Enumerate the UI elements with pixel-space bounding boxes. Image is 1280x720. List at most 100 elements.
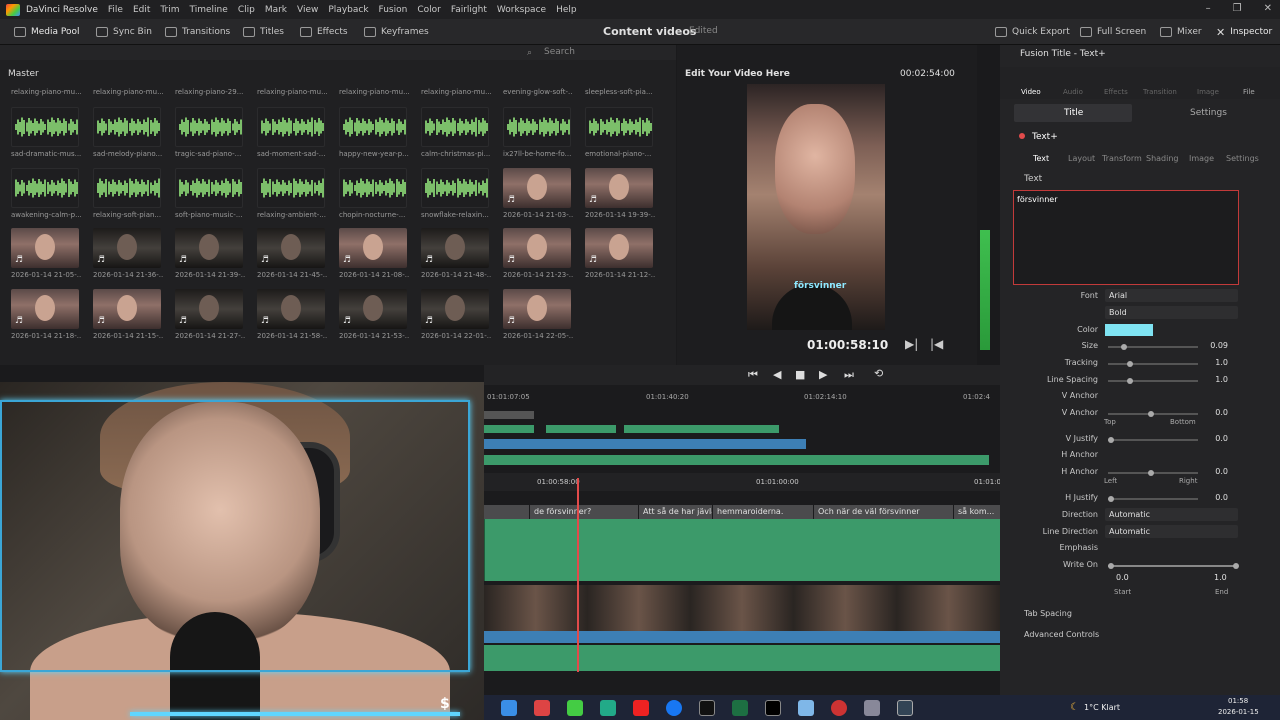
music-track[interactable] <box>484 645 1000 671</box>
menu-edit[interactable]: Edit <box>133 5 150 15</box>
clock-date[interactable]: 2026-01-15 <box>1218 708 1259 716</box>
menu-file[interactable]: File <box>108 5 123 15</box>
size-slider[interactable] <box>1108 344 1198 350</box>
media-clip-thumbnail[interactable] <box>503 107 571 147</box>
subtitle-clip[interactable]: Och när de väl försvinner <box>814 505 953 519</box>
media-clip-thumbnail[interactable]: ♬ <box>503 168 571 208</box>
tab-file[interactable]: File <box>1243 88 1255 96</box>
subtitle-clip[interactable] <box>484 505 529 519</box>
app-icon[interactable] <box>534 700 550 716</box>
next-frame-icon[interactable]: ▶| <box>905 337 918 351</box>
bin-name[interactable]: Master <box>8 69 39 79</box>
tab-transition[interactable]: Transition <box>1143 88 1177 96</box>
h-justify-value[interactable]: 0.0 <box>1198 493 1228 502</box>
play-icon[interactable]: ▶ <box>819 368 827 381</box>
media-clip-thumbnail[interactable]: ♬ <box>175 228 243 268</box>
media-clip-thumbnail[interactable]: ♬ <box>421 228 489 268</box>
menu-fairlight[interactable]: Fairlight <box>451 5 487 15</box>
line-direction-dropdown[interactable]: Automatic <box>1105 525 1238 538</box>
v-anchor-slider[interactable] <box>1108 411 1198 417</box>
direction-dropdown[interactable]: Automatic <box>1105 508 1238 521</box>
app-icon[interactable] <box>567 700 583 716</box>
overview-audio[interactable] <box>484 439 806 449</box>
search-input[interactable]: Search <box>544 47 575 57</box>
media-clip-thumbnail[interactable]: ♬ <box>339 289 407 329</box>
color-swatch[interactable] <box>1105 324 1153 336</box>
line-spacing-slider[interactable] <box>1108 378 1198 384</box>
app-icon[interactable] <box>864 700 880 716</box>
tab-image[interactable]: Image <box>1197 88 1219 96</box>
reverse-play-icon[interactable]: ◀ <box>773 368 781 381</box>
text-input[interactable]: försvinner <box>1013 190 1239 285</box>
menu-playback[interactable]: Playback <box>328 5 368 15</box>
playhead[interactable] <box>577 478 579 672</box>
go-to-end-icon[interactable]: ⏭ <box>844 368 854 382</box>
overview-music[interactable] <box>484 455 989 465</box>
media-clip-thumbnail[interactable] <box>257 168 325 208</box>
youtube-icon[interactable] <box>633 700 649 716</box>
media-clip-thumbnail[interactable]: ♬ <box>93 289 161 329</box>
media-pool-button[interactable]: Media Pool <box>14 19 80 45</box>
subtitle-clip[interactable]: Att så de har jävla <box>639 505 712 519</box>
media-clip-thumbnail[interactable] <box>93 168 161 208</box>
transitions-button[interactable]: Transitions <box>165 19 230 45</box>
menu-clip[interactable]: Clip <box>238 5 255 15</box>
write-on-start-value[interactable]: 0.0 <box>1116 573 1129 582</box>
menu-view[interactable]: View <box>297 5 318 15</box>
media-clip-thumbnail[interactable] <box>421 107 489 147</box>
overview-clip[interactable] <box>624 425 779 433</box>
media-clip-thumbnail[interactable] <box>11 168 79 208</box>
inspector-button[interactable]: ✕ Inspector <box>1216 19 1272 45</box>
section-settings[interactable]: Settings <box>1226 154 1259 163</box>
media-clip-thumbnail[interactable]: ♬ <box>257 289 325 329</box>
overview-clip[interactable] <box>484 425 534 433</box>
v-anchor-value[interactable]: 0.0 <box>1198 408 1228 417</box>
app-icon[interactable] <box>798 700 814 716</box>
v-justify-value[interactable]: 0.0 <box>1198 434 1228 443</box>
edge-icon[interactable] <box>501 700 517 716</box>
media-clip-thumbnail[interactable] <box>175 168 243 208</box>
maximize-icon[interactable]: ❐ <box>1233 3 1242 14</box>
tab-video[interactable]: Video <box>1021 88 1041 96</box>
media-clip-thumbnail[interactable]: ♬ <box>93 228 161 268</box>
app-icon[interactable] <box>600 700 616 716</box>
media-clip-thumbnail[interactable] <box>11 107 79 147</box>
write-on-slider[interactable] <box>1108 563 1239 569</box>
media-clip-thumbnail[interactable] <box>339 107 407 147</box>
keyframes-button[interactable]: Keyframes <box>364 19 429 45</box>
section-text[interactable]: Text <box>1033 154 1049 163</box>
full-screen-button[interactable]: Full Screen <box>1080 19 1146 45</box>
media-clip-thumbnail[interactable] <box>339 168 407 208</box>
tab-audio[interactable]: Audio <box>1063 88 1083 96</box>
mixer-button[interactable]: Mixer <box>1160 19 1202 45</box>
resolve-taskbar-icon[interactable] <box>897 700 913 716</box>
media-clip-thumbnail[interactable]: ♬ <box>175 289 243 329</box>
media-clip-thumbnail[interactable]: ♬ <box>503 228 571 268</box>
text-section-header[interactable]: Text <box>1024 174 1042 184</box>
tab-spacing-section[interactable]: Tab Spacing <box>1024 609 1072 618</box>
section-shading[interactable]: Shading <box>1146 154 1179 163</box>
section-transform[interactable]: Transform <box>1102 154 1142 163</box>
menu-help[interactable]: Help <box>556 5 577 15</box>
font-style-dropdown[interactable]: Bold <box>1105 306 1238 319</box>
prev-frame-icon[interactable]: |◀ <box>930 337 943 351</box>
subtitle-clip[interactable]: hemmaroiderna. <box>713 505 813 519</box>
section-image[interactable]: Image <box>1189 154 1214 163</box>
weather-text[interactable]: 1°C Klart <box>1084 703 1120 712</box>
excel-icon[interactable] <box>732 700 748 716</box>
close-icon[interactable]: ✕ <box>1264 3 1272 14</box>
effects-button[interactable]: Effects <box>300 19 348 45</box>
tab-effects[interactable]: Effects <box>1104 88 1128 96</box>
subtitle-clip[interactable]: så kom... <box>954 505 1000 519</box>
tiktok-icon[interactable] <box>699 700 715 716</box>
video-track[interactable] <box>484 585 1000 631</box>
facebook-icon[interactable] <box>666 700 682 716</box>
media-clip-thumbnail[interactable]: ♬ <box>585 228 653 268</box>
subtab-settings[interactable]: Settings <box>1190 108 1227 118</box>
overview-clip[interactable] <box>546 425 616 433</box>
app-icon[interactable] <box>831 700 847 716</box>
media-clip-thumbnail[interactable]: ♬ <box>11 289 79 329</box>
stop-icon[interactable]: ■ <box>795 368 805 381</box>
tracking-slider[interactable] <box>1108 361 1198 367</box>
media-clip-thumbnail[interactable]: ♬ <box>11 228 79 268</box>
